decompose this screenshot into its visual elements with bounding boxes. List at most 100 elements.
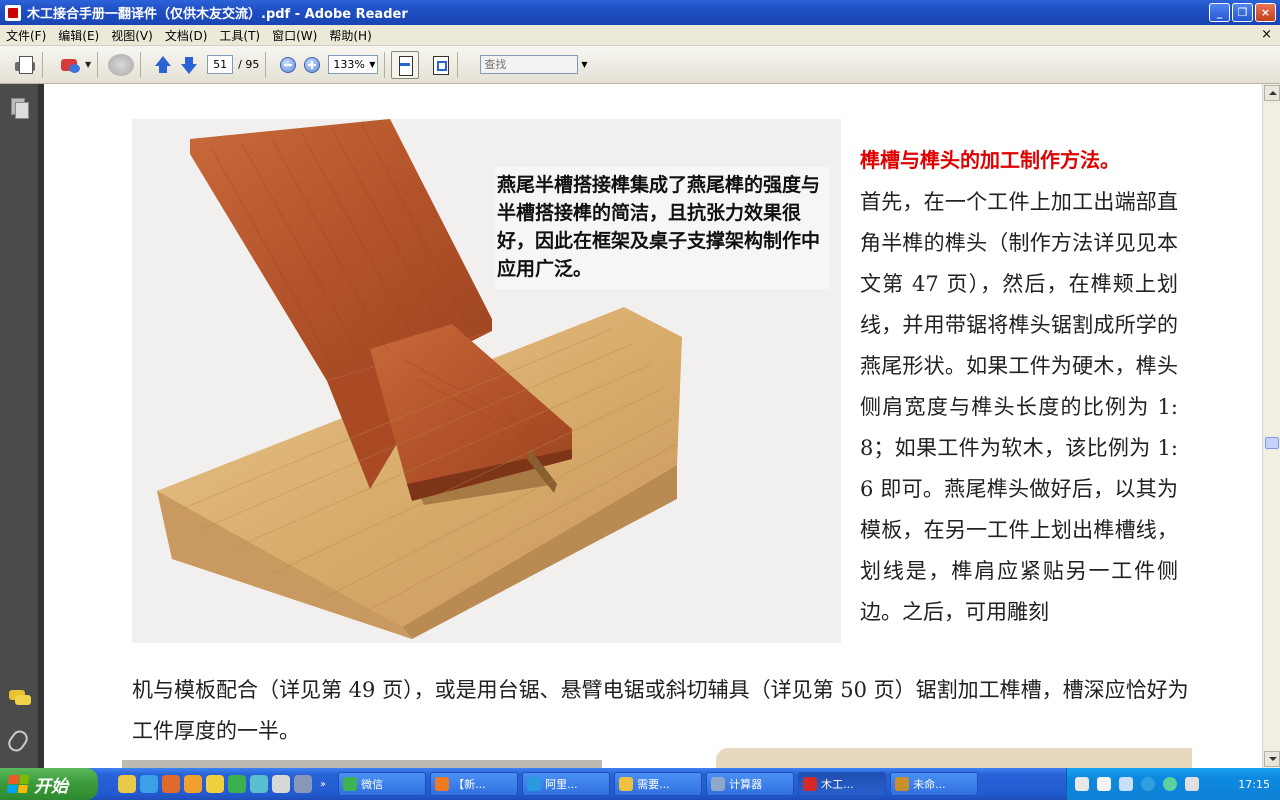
- toolbar-separator: [140, 51, 142, 78]
- next-image-preview-left: [122, 760, 602, 768]
- quicklaunch-media-icon[interactable]: [272, 775, 290, 793]
- quicklaunch-more-icon[interactable]: »: [320, 779, 326, 790]
- task-label: 微信: [361, 778, 384, 791]
- vertical-scrollbar[interactable]: [1262, 84, 1280, 768]
- quicklaunch-ie-icon[interactable]: [140, 775, 158, 793]
- scroll-up-button[interactable]: [1264, 85, 1280, 101]
- clock[interactable]: 17:15: [1238, 778, 1270, 791]
- chevron-down-icon: ▼: [369, 60, 376, 69]
- maximize-button[interactable]: ❐: [1232, 3, 1253, 22]
- navigation-pane: [0, 84, 44, 768]
- fit-width-icon[interactable]: [391, 50, 420, 79]
- tray-app-icon[interactable]: [1163, 777, 1177, 791]
- menu-help[interactable]: 帮助(H): [323, 27, 377, 44]
- task-label: 未命...: [913, 778, 946, 791]
- menu-edit[interactable]: 编辑(E): [52, 27, 105, 44]
- task-folder[interactable]: 需要...: [614, 772, 703, 796]
- task-label: 计算器: [729, 778, 763, 791]
- pdf-icon: [803, 777, 818, 791]
- task-label: 阿里...: [545, 778, 578, 791]
- quicklaunch-app-icon[interactable]: [162, 775, 180, 793]
- close-document-icon[interactable]: ×: [1261, 27, 1272, 42]
- quicklaunch-desktop-icon[interactable]: [118, 775, 136, 793]
- toolbar-separator: [97, 51, 99, 78]
- caption-box: 燕尾半槽搭接榫集成了燕尾榫的强度与半槽搭接榫的简洁，且抗张力效果很好，因此在框架…: [494, 167, 829, 289]
- task-adobe-reader[interactable]: 木工...: [798, 772, 887, 796]
- window-title: 木工接合手册一翻译件（仅供木友交流）.pdf - Adobe Reader: [27, 7, 408, 22]
- folder-icon: [619, 777, 634, 791]
- volume-icon[interactable]: [1185, 777, 1199, 791]
- quicklaunch-app-icon[interactable]: [206, 775, 224, 793]
- toolbar-separator: [384, 51, 386, 78]
- previous-page-icon[interactable]: [153, 55, 173, 75]
- chevron-down-icon[interactable]: ▼: [581, 60, 587, 69]
- zoom-select[interactable]: 133% ▼: [328, 55, 379, 74]
- next-page-icon[interactable]: [179, 55, 199, 75]
- start-button[interactable]: 开始: [0, 768, 98, 800]
- menu-tools[interactable]: 工具(T): [213, 27, 266, 44]
- task-new[interactable]: 【新...: [430, 772, 519, 796]
- toolbar: ▼ 51 / 95 133% ▼ ▼: [0, 46, 1280, 84]
- page-total: / 95: [238, 58, 260, 71]
- adobe-reader-icon: [5, 4, 21, 21]
- task-label: 需要...: [637, 778, 670, 791]
- toolbar-separator: [457, 51, 459, 78]
- menu-window[interactable]: 窗口(W): [266, 27, 323, 44]
- collaborate-icon[interactable]: [108, 53, 135, 76]
- document-view[interactable]: 燕尾半槽搭接榫集成了燕尾榫的强度与半槽搭接榫的简洁，且抗张力效果很好，因此在框架…: [44, 84, 1262, 768]
- quicklaunch-app-icon[interactable]: [294, 775, 312, 793]
- section-heading: 榫槽与榫头的加工制作方法。: [860, 148, 1120, 172]
- aliwangwang-icon: [527, 777, 542, 791]
- menu-document[interactable]: 文档(D): [159, 27, 214, 44]
- keyboard-icon[interactable]: [1075, 777, 1089, 791]
- task-calculator[interactable]: 计算器: [706, 772, 795, 796]
- help-icon[interactable]: [1097, 777, 1111, 791]
- zoom-in-icon[interactable]: [304, 56, 321, 73]
- print-icon[interactable]: [14, 55, 36, 75]
- calculator-icon: [711, 777, 726, 791]
- quicklaunch-app-icon[interactable]: [184, 775, 202, 793]
- quicklaunch-app-icon[interactable]: [250, 775, 268, 793]
- page-number-input[interactable]: 51: [207, 55, 234, 74]
- menu-file[interactable]: 文件(F): [0, 27, 52, 44]
- quick-launch: »: [118, 775, 326, 793]
- task-wechat[interactable]: 微信: [338, 772, 427, 796]
- close-button[interactable]: ×: [1255, 3, 1276, 22]
- menu-view[interactable]: 视图(V): [105, 27, 159, 44]
- wood-joint-photo: 燕尾半槽搭接榫集成了燕尾榫的强度与半槽搭接榫的简洁，且抗张力效果很好，因此在框架…: [132, 119, 841, 643]
- scroll-down-button[interactable]: [1264, 751, 1280, 767]
- search-input[interactable]: [480, 55, 579, 74]
- scroll-thumb[interactable]: [1265, 437, 1279, 449]
- comment-icon[interactable]: [9, 690, 31, 706]
- start-label: 开始: [34, 776, 68, 797]
- body-text-full-width: 机与模板配合（详见第 49 页），或是用台锯、悬臂电锯或斜切辅具（详见第 50 …: [132, 678, 1189, 743]
- photo-caption: 燕尾半槽搭接榫集成了燕尾榫的强度与半槽搭接榫的简洁，且抗张力效果很好，因此在框架…: [497, 174, 821, 280]
- task-buttons: 微信 【新... 阿里... 需要... 计算器 木工... 未命...: [338, 772, 979, 796]
- task-aliwangwang[interactable]: 阿里...: [522, 772, 611, 796]
- chevron-down-icon[interactable]: ▼: [85, 60, 91, 69]
- zoom-value: 133%: [333, 58, 365, 71]
- tray-app-icon[interactable]: [1141, 777, 1155, 791]
- paint-icon: [895, 777, 910, 791]
- zoom-out-icon[interactable]: [280, 56, 297, 73]
- task-label: 木工...: [821, 778, 854, 791]
- window-controls: _ ❐ ×: [1209, 3, 1276, 22]
- menu-bar: 文件(F) 编辑(E) 视图(V) 文档(D) 工具(T) 窗口(W) 帮助(H…: [0, 25, 1280, 46]
- share-icon[interactable]: [59, 55, 83, 75]
- minimize-button[interactable]: _: [1209, 3, 1230, 22]
- toolbar-separator: [265, 51, 267, 78]
- attachment-icon[interactable]: [5, 727, 31, 755]
- quicklaunch-app-icon[interactable]: [228, 775, 246, 793]
- task-paint[interactable]: 未命...: [890, 772, 979, 796]
- toolbar-separator: [42, 51, 43, 78]
- wechat-icon: [343, 777, 358, 791]
- pages-icon[interactable]: [11, 98, 29, 119]
- next-image-preview-right: [716, 748, 1192, 768]
- windows-flag-icon: [6, 775, 30, 793]
- body-text-right-column: 首先，在一个工件上加工出端部直角半榫的榫头（制作方法详见见本文第 47 页），然…: [860, 190, 1178, 624]
- system-tray: 17:15: [1066, 768, 1280, 800]
- app-icon: [435, 777, 450, 791]
- taskbar: 开始 » 微信 【新... 阿里... 需要... 计算器 木工... 未命..…: [0, 768, 1280, 800]
- network-icon[interactable]: [1119, 777, 1133, 791]
- fit-page-icon[interactable]: [429, 54, 451, 76]
